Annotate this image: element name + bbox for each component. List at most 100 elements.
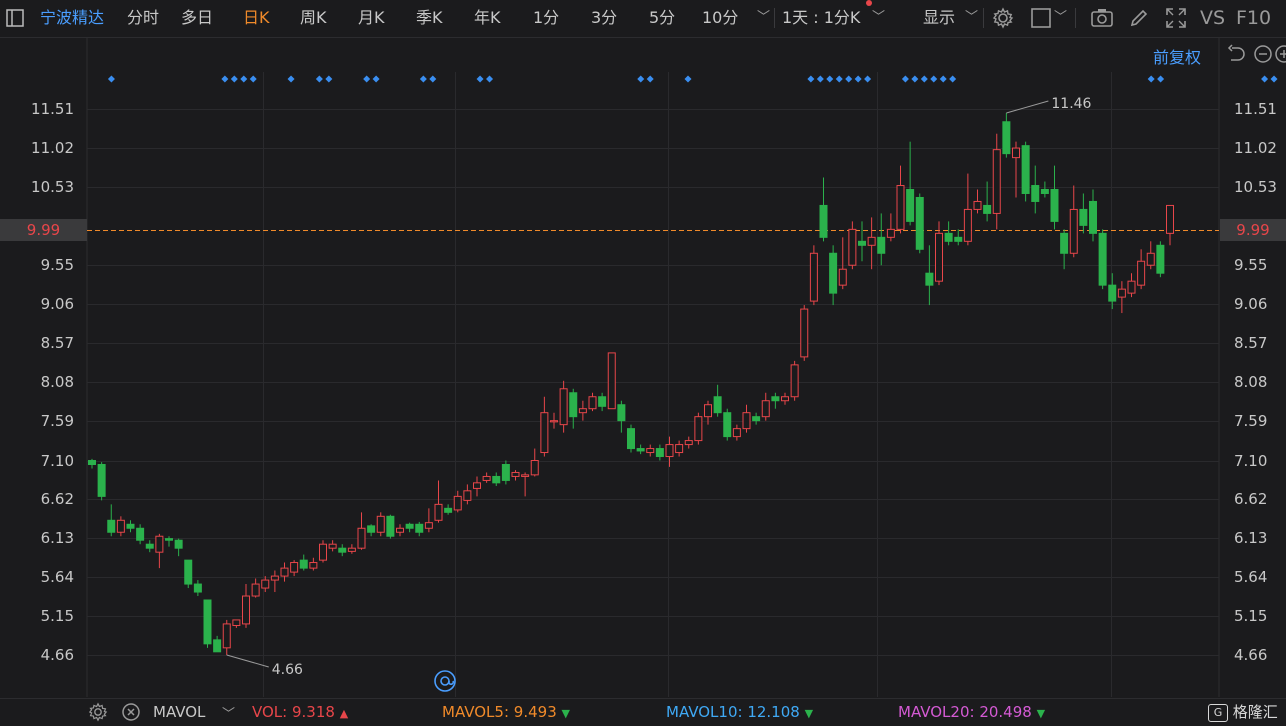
y-tick-label-left: 7.59 [40,411,74,430]
candle-body [578,408,587,414]
event-marker-diamond[interactable] [1157,75,1165,83]
candle-body [1050,189,1059,222]
event-marker-diamond[interactable] [920,75,928,83]
candle-body [848,228,857,266]
candle-body [1002,121,1011,155]
candle-body [309,562,318,569]
event-at-icon[interactable] [433,669,457,697]
y-tick-label-right: 9.06 [1234,294,1268,313]
candle-body [530,460,539,476]
candle-body [453,495,462,511]
candle-body [732,428,741,438]
event-marker-diamond[interactable] [911,75,919,83]
event-marker-diamond[interactable] [646,75,654,83]
y-tick-label-left: 7.10 [40,451,74,470]
event-marker-diamond[interactable] [476,75,484,83]
candle-body [213,639,222,653]
candle-body [935,232,943,282]
candle-body [107,519,116,533]
event-marker-diamond[interactable] [854,75,862,83]
candle-body [684,440,693,446]
event-marker-diamond[interactable] [249,75,257,83]
event-marker-diamond[interactable] [221,75,229,83]
candle-body [963,208,972,242]
candle-body [1127,280,1136,294]
event-marker-diamond[interactable] [363,75,371,83]
candle-body [184,559,193,585]
candle-body [598,396,607,407]
y-tick-label-left: 6.13 [40,528,74,547]
candle-body [222,623,231,649]
event-marker-diamond[interactable] [930,75,938,83]
candle-body [761,400,770,418]
candle-body [1021,145,1030,194]
event-marker-diamond[interactable] [419,75,427,83]
candle-body [88,460,96,465]
event-marker-diamond[interactable] [684,75,692,83]
event-marker-diamond[interactable] [372,75,380,83]
candle-body [482,475,491,481]
candle-body [954,236,963,242]
event-marker-diamond[interactable] [845,75,853,83]
event-marker-diamond[interactable] [637,75,645,83]
candle-body [357,527,366,549]
candle-body [1146,252,1155,266]
candle-body [328,543,337,549]
event-marker-diamond[interactable] [429,75,437,83]
candle-body [463,490,472,501]
event-marker-diamond[interactable] [807,75,815,83]
event-marker-diamond[interactable] [816,75,824,83]
candle-body [415,523,424,533]
event-marker-diamond[interactable] [107,75,115,83]
event-marker-diamond[interactable] [864,75,872,83]
event-marker-diamond[interactable] [1147,75,1155,83]
y-tick-label-left: 6.62 [40,489,74,508]
current-price-tag-left: 9.99 [0,219,87,241]
candle-body [251,583,260,597]
event-marker-diamond[interactable] [287,75,295,83]
indicator-settings-gear-icon[interactable] [88,702,108,726]
event-marker-diamond[interactable] [486,75,494,83]
vol-reading: VOL: 9.318 ▲ [252,703,349,721]
candle-body [193,583,202,593]
event-marker-diamond[interactable] [230,75,238,83]
event-marker-diamond[interactable] [325,75,333,83]
event-marker-diamond[interactable] [901,75,909,83]
event-marker-diamond[interactable] [826,75,834,83]
event-marker-diamond[interactable] [835,75,843,83]
candle-body [540,412,549,454]
candlestick-chart[interactable]: 11.46 4.66 [0,0,1286,724]
candle-body [790,364,799,398]
y-tick-label-right: 9.55 [1234,255,1268,274]
candle-body [992,149,1001,214]
candle-body [165,538,173,541]
event-marker-diamond[interactable] [1261,75,1269,83]
candle-body [97,463,106,497]
y-tick-label-left: 11.02 [31,138,74,157]
candle-body [521,474,530,477]
candle-body [809,252,818,302]
candle-body [742,412,751,430]
event-marker-diamond[interactable] [939,75,947,83]
close-indicator-icon[interactable] [121,702,141,726]
candle-body [627,428,635,450]
indicator-select[interactable]: MAVOL [153,703,205,721]
candle-body [550,420,558,423]
candle-body [713,396,722,414]
indicator-chevron-icon[interactable]: ﹀ [222,703,235,722]
candle-body [973,200,982,210]
candle-body [1060,232,1069,254]
low-price-label: 4.66 [272,662,303,678]
y-tick-label-right: 8.08 [1234,372,1268,391]
candle-body [1089,200,1097,234]
y-tick-label-right: 7.10 [1234,451,1268,470]
event-marker-diamond[interactable] [1270,75,1278,83]
event-marker-diamond[interactable] [315,75,323,83]
candle-body [829,252,838,294]
candle-body [607,352,616,410]
event-marker-diamond[interactable] [949,75,957,83]
y-tick-label-right: 11.02 [1234,138,1277,157]
candle-body [280,567,289,577]
candle-body [203,599,212,645]
event-marker-diamond[interactable] [240,75,248,83]
